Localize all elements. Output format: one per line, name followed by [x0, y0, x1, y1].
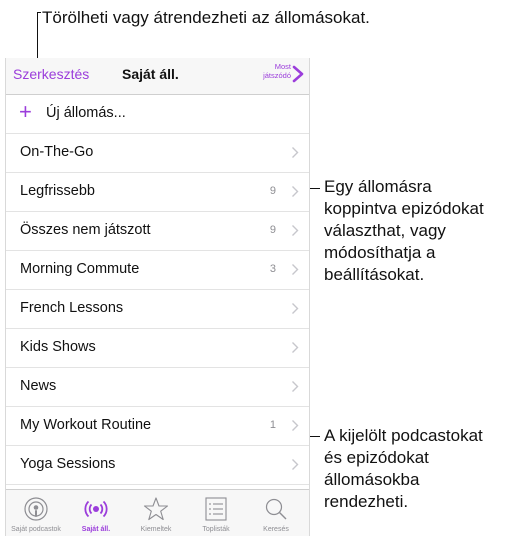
chevron-right-icon [292, 459, 299, 470]
callout-bottom-line-2: és epizódokat [324, 448, 429, 467]
list-icon [205, 497, 227, 521]
plus-icon: + [19, 99, 32, 124]
callout-top-line [37, 12, 38, 62]
new-station-row[interactable]: + Új állomás... [6, 95, 309, 134]
callout-bottom-line-4: rendezheti. [324, 492, 409, 511]
chevron-right-icon [292, 420, 299, 431]
tab-label: Kiemeltek [140, 526, 172, 533]
podcasts-screen: Szerkesztés Saját áll. Most játszódó + Ú… [5, 58, 310, 536]
tab-featured[interactable]: Kiemeltek [126, 490, 186, 536]
station-label: French Lessons [20, 300, 124, 316]
navigation-bar: Szerkesztés Saját áll. Most játszódó [6, 58, 309, 95]
callout-middle-line-5: beállításokat. [324, 265, 425, 284]
station-label: On-The-Go [20, 144, 94, 160]
station-label: Legfrissebb [20, 183, 95, 199]
tab-label: Saját podcastok [11, 526, 61, 533]
station-label: Kids Shows [20, 339, 96, 355]
tab-top-charts[interactable]: Toplisták [186, 490, 246, 536]
station-label: My Workout Routine [20, 417, 152, 433]
callout-middle: Egy állomásra koppintva epizódokat válas… [324, 176, 484, 286]
tab-search[interactable]: Keresés [246, 490, 306, 536]
page-title: Saját áll. [122, 66, 179, 82]
tab-label: Toplisták [202, 526, 230, 533]
search-icon [265, 498, 287, 520]
chevron-right-icon [292, 225, 299, 236]
chevron-right-icon [292, 147, 299, 158]
station-icon [84, 500, 108, 518]
station-row[interactable]: Összes nem játszott 9 [6, 212, 309, 251]
chevron-right-icon [292, 186, 299, 197]
tab-label: Saját áll. [81, 526, 111, 533]
station-row[interactable]: News [6, 368, 309, 407]
new-station-label: Új állomás... [46, 105, 126, 121]
callout-top: Törölheti vagy átrendezheti az állomások… [42, 8, 370, 27]
callout-bottom: A kijelölt podcastokat és epizódokat áll… [324, 425, 483, 513]
chevron-right-icon [292, 381, 299, 392]
station-label: News [20, 378, 57, 394]
episode-count: 9 [269, 185, 276, 197]
station-list: + Új állomás... On-The-Go Legfrissebb 9 Öss… [6, 95, 309, 485]
episode-count: 1 [269, 419, 276, 431]
station-row[interactable]: French Lessons [6, 290, 309, 329]
station-row[interactable]: My Workout Routine 1 [6, 407, 309, 446]
edit-button[interactable]: Szerkesztés [13, 66, 89, 82]
chevron-right-icon[interactable] [292, 65, 304, 83]
callout-middle-line-4: módosíthatja a [324, 243, 436, 262]
station-row[interactable]: Kids Shows [6, 329, 309, 368]
station-row[interactable]: On-The-Go [6, 134, 309, 173]
callout-bottom-line-3: állomásokba [324, 470, 420, 489]
callout-top-line-tick [37, 12, 41, 13]
station-label: Összes nem játszott [20, 222, 151, 238]
tab-label: Keresés [263, 526, 289, 533]
podcast-icon [24, 497, 48, 521]
chevron-right-icon [292, 303, 299, 314]
tab-my-podcasts[interactable]: Saját podcastok [6, 490, 66, 536]
tab-my-stations[interactable]: Saját áll. [66, 490, 126, 536]
station-row[interactable]: Legfrissebb 9 [6, 173, 309, 212]
station-label: Morning Commute [20, 261, 140, 277]
tab-bar: Saját podcastok Saját áll. Kiemeltek Top… [6, 489, 309, 536]
now-playing-label-2: játszódó [263, 71, 291, 80]
callout-middle-line-2: koppintva epizódokat [324, 199, 484, 218]
callout-bottom-line-1: A kijelölt podcastokat [324, 426, 483, 445]
episode-count: 9 [269, 224, 276, 236]
station-row[interactable]: Yoga Sessions [6, 446, 309, 485]
star-icon [143, 497, 169, 521]
now-playing-label-1: Most [274, 62, 291, 71]
now-playing-button[interactable]: Most játszódó [251, 62, 291, 80]
chevron-right-icon [292, 342, 299, 353]
episode-count: 3 [269, 263, 276, 275]
callout-middle-line-3: választhat, vagy [324, 221, 446, 240]
chevron-right-icon [292, 264, 299, 275]
station-row[interactable]: Morning Commute 3 [6, 251, 309, 290]
callout-middle-line-1: Egy állomásra [324, 177, 432, 196]
station-label: Yoga Sessions [20, 456, 116, 472]
